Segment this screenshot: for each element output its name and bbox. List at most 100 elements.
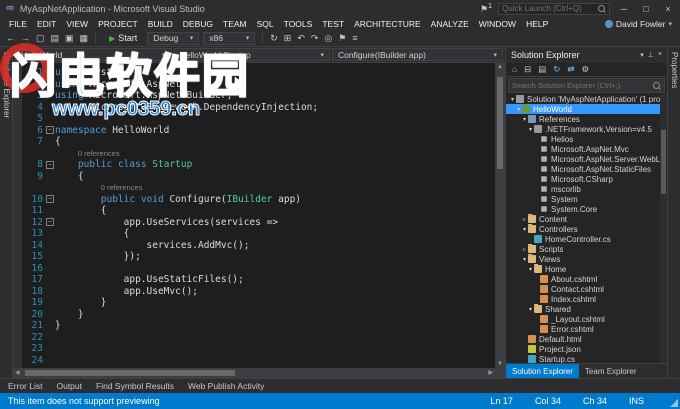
quick-launch[interactable] — [498, 2, 610, 15]
panel-tab-solution-explorer[interactable]: Solution Explorer — [506, 364, 579, 378]
tree-item-solution-myaspnetapplication-1-project[interactable]: ▾ Solution 'MyAspNetApplication' (1 proje… — [506, 94, 667, 104]
fold-toggle-icon[interactable]: − — [46, 160, 54, 169]
configuration-dropdown[interactable]: Debug ▾ — [147, 31, 200, 45]
scroll-right-icon[interactable]: ▶ — [488, 369, 493, 376]
bottom-tab-find-symbol-results[interactable]: Find Symbol Results — [96, 381, 174, 391]
tree-item-content[interactable]: ▹ Content — [506, 214, 667, 224]
code-line-20[interactable]: 20 } — [13, 309, 495, 321]
fold-toggle-icon[interactable]: − — [46, 126, 54, 135]
expand-icon[interactable]: ▹ — [521, 216, 528, 223]
back-icon[interactable]: ← — [6, 33, 15, 43]
expand-icon[interactable]: ▹ — [521, 246, 528, 253]
code-line-23[interactable]: 23 — [13, 343, 495, 355]
redo-icon[interactable]: ↷ — [311, 33, 319, 43]
scroll-left-icon[interactable]: ◀ — [15, 369, 20, 376]
collapse-icon[interactable]: ▾ — [527, 266, 534, 273]
bottom-tab-output[interactable]: Output — [56, 381, 82, 391]
codelens-references-label[interactable]: 0 references — [55, 182, 143, 194]
properties-tab[interactable]: Properties — [668, 50, 680, 90]
user-name[interactable]: David Fowler — [616, 19, 666, 29]
codelens-indicator[interactable]: 0 references — [13, 182, 495, 194]
panel-tab-team-explorer[interactable]: Team Explorer — [579, 364, 643, 378]
code-line-12[interactable]: 12− app.UseServices(services => — [13, 217, 495, 229]
database-explorer-tab[interactable]: Database Explorer — [0, 50, 12, 120]
collapse-all-icon[interactable]: ⊟ — [524, 65, 531, 74]
menu-item-file[interactable]: FILE — [4, 19, 32, 29]
tree-item-layout-cshtml[interactable]: _Layout.cshtml — [506, 314, 667, 324]
collapse-icon[interactable]: ▾ — [509, 96, 516, 103]
collapse-icon[interactable]: ▾ — [515, 106, 522, 113]
code-line-21[interactable]: 21} — [13, 320, 495, 332]
comment-icon[interactable]: ≡ — [352, 33, 357, 43]
bookmark-icon[interactable]: ⚑ — [338, 33, 346, 43]
save-icon[interactable]: ▣ — [65, 33, 74, 43]
tree-item-about-cshtml[interactable]: About.cshtml — [506, 274, 667, 284]
undo-icon[interactable]: ↶ — [297, 33, 305, 43]
close-icon[interactable]: × — [658, 51, 662, 59]
tree-item-references[interactable]: ▾ References — [506, 114, 667, 124]
project-dropdown[interactable]: HelloWorld ▾ — [15, 48, 172, 61]
tree-item-system[interactable]: System — [506, 194, 667, 204]
menu-item-architecture[interactable]: ARCHITECTURE — [349, 19, 426, 29]
code-line-11[interactable]: 11 { — [13, 205, 495, 217]
collapse-icon[interactable]: ▾ — [527, 126, 534, 133]
tree-item-home[interactable]: ▾ Home — [506, 264, 667, 274]
menu-item-view[interactable]: VIEW — [61, 19, 93, 29]
tree-item-homecontroller-cs[interactable]: HomeController.cs — [506, 234, 667, 244]
code-line-18[interactable]: 18 app.UseMvc(); — [13, 286, 495, 298]
platform-dropdown[interactable]: x86 ▾ — [203, 31, 256, 45]
tree-item-default-html[interactable]: Default.html — [506, 334, 667, 344]
editor-horizontal-scrollbar[interactable]: ◀ ▶ — [13, 368, 505, 378]
code-line-4[interactable]: 4 using Microsoft.Framework.DependencyInj… — [13, 102, 495, 114]
code-line-2[interactable]: 2 using Microsoft.AspNet; — [13, 79, 495, 91]
build-icon[interactable]: ⊞ — [284, 33, 292, 43]
chevron-down-icon[interactable]: ▾ — [668, 20, 672, 28]
notifications-flag-icon[interactable]: ⚑1 — [480, 3, 492, 15]
fold-toggle-icon[interactable]: − — [46, 218, 54, 227]
minimize-button[interactable]: ─ — [616, 4, 632, 14]
collapse-icon[interactable]: ▾ — [521, 256, 528, 263]
code-line-1[interactable]: 1− using System; — [13, 67, 495, 79]
menu-item-analyze[interactable]: ANALYZE — [426, 19, 474, 29]
tree-item-microsoft-csharp[interactable]: Microsoft.CSharp — [506, 174, 667, 184]
menu-item-sql[interactable]: SQL — [252, 19, 279, 29]
solution-search[interactable] — [508, 78, 665, 93]
bottom-tab-web-publish-activity[interactable]: Web Publish Activity — [188, 381, 264, 391]
properties-icon[interactable]: ⚙ — [582, 65, 590, 74]
solution-search-input[interactable] — [512, 81, 653, 90]
find-icon[interactable]: ◎ — [324, 33, 332, 43]
collapse-icon[interactable]: ▾ — [521, 226, 528, 233]
collapse-icon[interactable]: ▾ — [527, 306, 534, 313]
open-file-icon[interactable]: ▤ — [51, 33, 60, 43]
tree-scrollbar[interactable] — [660, 94, 667, 363]
home-icon[interactable]: ⌂ — [512, 65, 517, 74]
code-line-8[interactable]: 8− public class Startup — [13, 159, 495, 171]
start-debug-button[interactable]: ▶ Start — [103, 32, 143, 44]
type-dropdown[interactable]: HelloWorld.Startup ▾ — [173, 48, 331, 61]
member-dropdown[interactable]: Configure(IBuilder app) ▾ — [332, 48, 503, 61]
vertical-scroll-thumb[interactable] — [497, 77, 503, 169]
menu-item-window[interactable]: WINDOW — [474, 19, 521, 29]
code-line-7[interactable]: 7{ — [13, 136, 495, 148]
maximize-button[interactable]: □ — [638, 4, 654, 14]
code-line-5[interactable]: 5 — [13, 113, 495, 125]
code-line-17[interactable]: 17 app.UseStaticFiles(); — [13, 274, 495, 286]
tree-item-shared[interactable]: ▾ Shared — [506, 304, 667, 314]
tree-item-controllers[interactable]: ▾ Controllers — [506, 224, 667, 234]
tree-item-system-core[interactable]: System.Core — [506, 204, 667, 214]
tree-item-views[interactable]: ▾ Views — [506, 254, 667, 264]
tree-item-error-cshtml[interactable]: Error.cshtml — [506, 324, 667, 334]
tree-item-helloworld[interactable]: ▾ HelloWorld — [506, 104, 667, 114]
editor-vertical-scrollbar[interactable]: ▲ ▼ — [495, 63, 505, 368]
pin-icon[interactable]: ⊥ — [648, 51, 654, 59]
menu-item-test[interactable]: TEST — [317, 19, 349, 29]
sync-with-active-document-icon[interactable]: ⇄ — [567, 65, 574, 74]
tree-item-microsoft-aspnet-server-weblistener[interactable]: Microsoft.AspNet.Server.WebListener — [506, 154, 667, 164]
show-all-files-icon[interactable]: ▤ — [538, 65, 546, 74]
codelens-indicator[interactable]: 0 references — [13, 148, 495, 160]
resize-grip[interactable] — [670, 399, 678, 407]
tree-item-mscorlib[interactable]: mscorlib — [506, 184, 667, 194]
code-line-19[interactable]: 19 } — [13, 297, 495, 309]
tree-item-scripts[interactable]: ▹ Scripts — [506, 244, 667, 254]
code-line-15[interactable]: 15 }); — [13, 251, 495, 263]
